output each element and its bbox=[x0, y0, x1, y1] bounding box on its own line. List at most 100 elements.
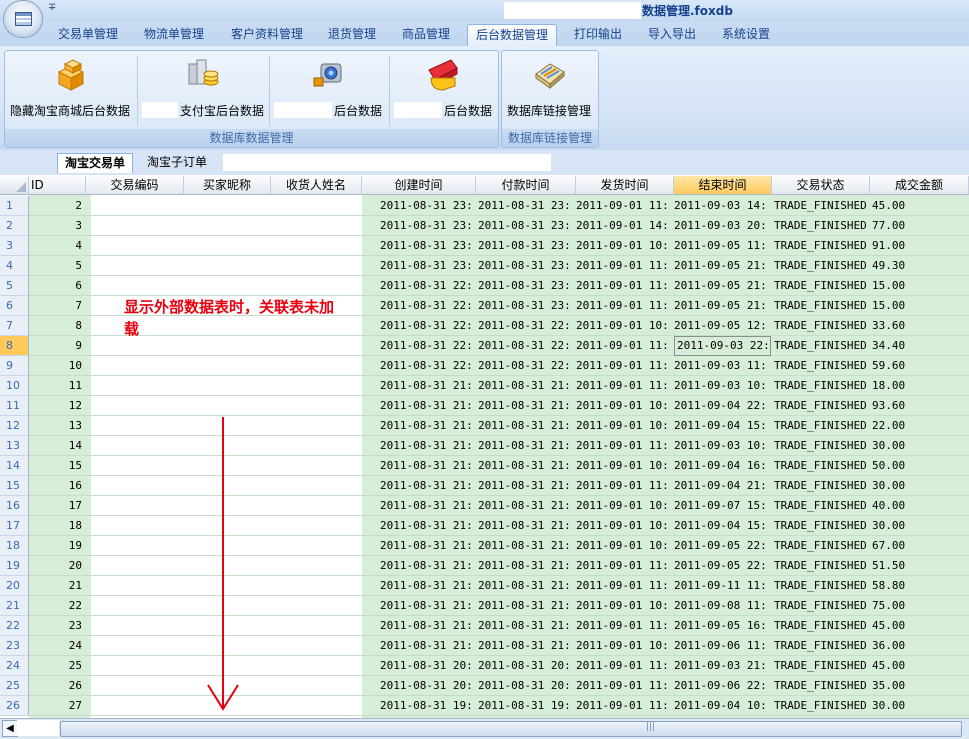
grid-cell-status[interactable]: TRADE_FINISHED bbox=[774, 456, 870, 476]
row-header[interactable]: 7 bbox=[0, 316, 29, 336]
row-header[interactable]: 24 bbox=[0, 656, 29, 676]
row-header[interactable]: 10 bbox=[0, 376, 29, 396]
grid-cell-shipped[interactable]: 2011-09-01 10: bbox=[576, 636, 672, 656]
grid-cell-shipped[interactable]: 2011-09-01 11: bbox=[576, 476, 672, 496]
grid-cell-id[interactable]: 7 bbox=[29, 296, 86, 316]
grid-cell-amount[interactable]: 30.00 bbox=[872, 476, 968, 496]
grid-cell-paid[interactable]: 2011-08-31 22: bbox=[478, 316, 574, 336]
grid-cell-id[interactable]: 6 bbox=[29, 276, 86, 296]
grid-cell-paid[interactable]: 2011-08-31 21: bbox=[478, 536, 574, 556]
grid-cell-amount[interactable]: 34.40 bbox=[872, 336, 968, 356]
grid-cell-status[interactable]: TRADE_FINISHED bbox=[774, 416, 870, 436]
grid-cell-amount[interactable]: 49.30 bbox=[872, 256, 968, 276]
grid-cell-amount[interactable]: 75.00 bbox=[872, 596, 968, 616]
grid-cell-id[interactable]: 17 bbox=[29, 496, 86, 516]
tab-print[interactable]: 打印输出 bbox=[566, 24, 630, 45]
grid-cell-amount[interactable]: 36.00 bbox=[872, 636, 968, 656]
grid-cell-paid[interactable]: 2011-08-31 19: bbox=[478, 696, 574, 716]
grid-cell-paid[interactable]: 2011-08-31 21: bbox=[478, 436, 574, 456]
grid-cell-paid[interactable]: 2011-08-31 21: bbox=[478, 456, 574, 476]
grid-cell-status[interactable]: TRADE_FINISHED bbox=[774, 396, 870, 416]
tab-products[interactable]: 商品管理 bbox=[394, 24, 458, 45]
grid-cell-shipped[interactable]: 2011-09-01 11: bbox=[576, 196, 672, 216]
grid-cell-amount[interactable]: 22.00 bbox=[872, 416, 968, 436]
grid-cell-created[interactable]: 2011-08-31 21: bbox=[380, 516, 476, 536]
grid-cell-amount[interactable]: 58.80 bbox=[872, 576, 968, 596]
quick-access-toolbar[interactable]: ∓ bbox=[48, 2, 56, 13]
grid-cell-id[interactable]: 25 bbox=[29, 656, 86, 676]
row-header[interactable]: 19 bbox=[0, 556, 29, 576]
column-header-paid[interactable]: 付款时间 bbox=[476, 176, 576, 195]
grid-cell-created[interactable]: 2011-08-31 21: bbox=[380, 396, 476, 416]
grid-cell-paid[interactable]: 2011-08-31 21: bbox=[478, 596, 574, 616]
row-header[interactable]: 16 bbox=[0, 496, 29, 516]
column-header-status[interactable]: 交易状态 bbox=[772, 176, 870, 195]
tab-logistics[interactable]: 物流单管理 bbox=[136, 24, 212, 45]
grid-cell-status[interactable]: TRADE_FINISHED bbox=[774, 356, 870, 376]
grid-cell-amount[interactable]: 93.60 bbox=[872, 396, 968, 416]
row-header[interactable]: 23 bbox=[0, 636, 29, 656]
grid-cell-paid[interactable]: 2011-08-31 23: bbox=[478, 216, 574, 236]
grid-cell-shipped[interactable]: 2011-09-01 11: bbox=[576, 616, 672, 636]
grid-cell-ended[interactable]: 2011-09-03 21: bbox=[674, 656, 770, 676]
grid-cell-paid[interactable]: 2011-08-31 23: bbox=[478, 196, 574, 216]
row-header[interactable]: 14 bbox=[0, 456, 29, 476]
tab-taobao-trades[interactable]: 淘宝交易单 bbox=[57, 153, 133, 173]
grid-cell-created[interactable]: 2011-08-31 23: bbox=[380, 196, 476, 216]
grid-cell-paid[interactable]: 2011-08-31 21: bbox=[478, 576, 574, 596]
grid-cell-id[interactable]: 2 bbox=[29, 196, 86, 216]
grid-cell-shipped[interactable]: 2011-09-01 11: bbox=[576, 256, 672, 276]
grid-cell-shipped[interactable]: 2011-09-01 11: bbox=[576, 336, 672, 356]
grid-cell-created[interactable]: 2011-08-31 20: bbox=[380, 656, 476, 676]
grid-cell-shipped[interactable]: 2011-09-01 10: bbox=[576, 596, 672, 616]
grid-cell-status[interactable]: TRADE_FINISHED bbox=[774, 476, 870, 496]
grid-cell-id[interactable]: 3 bbox=[29, 216, 86, 236]
grid-cell-id[interactable]: 14 bbox=[29, 436, 86, 456]
grid-cell-created[interactable]: 2011-08-31 22: bbox=[380, 336, 476, 356]
grid-cell-shipped[interactable]: 2011-09-01 11: bbox=[576, 376, 672, 396]
grid-cell-ended[interactable]: 2011-09-03 11: bbox=[674, 356, 770, 376]
grid-cell-created[interactable]: 2011-08-31 23: bbox=[380, 236, 476, 256]
grid-cell-shipped[interactable]: 2011-09-01 14: bbox=[576, 216, 672, 236]
tab-trade-orders[interactable]: 交易单管理 bbox=[50, 24, 126, 45]
row-header[interactable]: 21 bbox=[0, 596, 29, 616]
grid-cell-paid[interactable]: 2011-08-31 21: bbox=[478, 496, 574, 516]
grid-cell-id[interactable]: 5 bbox=[29, 256, 86, 276]
grid-cell-status[interactable]: TRADE_FINISHED bbox=[774, 696, 870, 716]
grid-cell-id[interactable]: 19 bbox=[29, 536, 86, 556]
row-header[interactable]: 6 bbox=[0, 296, 29, 316]
grid-cell-created[interactable]: 2011-08-31 21: bbox=[380, 436, 476, 456]
grid-cell-shipped[interactable]: 2011-09-01 11: bbox=[576, 676, 672, 696]
grid-cell-status[interactable]: TRADE_FINISHED bbox=[774, 256, 870, 276]
tab-returns[interactable]: 退货管理 bbox=[320, 24, 384, 45]
grid-cell-created[interactable]: 2011-08-31 22: bbox=[380, 296, 476, 316]
grid-cell-created[interactable]: 2011-08-31 21: bbox=[380, 556, 476, 576]
grid-cell-created[interactable]: 2011-08-31 23: bbox=[380, 216, 476, 236]
grid-cell-shipped[interactable]: 2011-09-01 10: bbox=[576, 516, 672, 536]
grid-cell-id[interactable]: 22 bbox=[29, 596, 86, 616]
row-header[interactable]: 9 bbox=[0, 356, 29, 376]
grid-cell-id[interactable]: 8 bbox=[29, 316, 86, 336]
backend-data-button-1[interactable]: 后台数据 bbox=[272, 54, 386, 120]
grid-cell-ended[interactable]: 2011-09-05 22: bbox=[674, 536, 770, 556]
grid-cell-created[interactable]: 2011-08-31 21: bbox=[380, 576, 476, 596]
backend-data-button-2[interactable]: 后台数据 bbox=[392, 54, 494, 120]
grid-cell-created[interactable]: 2011-08-31 21: bbox=[380, 616, 476, 636]
grid-cell-ended[interactable]: 2011-09-05 21: bbox=[674, 296, 770, 316]
grid-cell-amount[interactable]: 30.00 bbox=[872, 516, 968, 536]
grid-cell-id[interactable]: 24 bbox=[29, 636, 86, 656]
grid-cell-paid[interactable]: 2011-08-31 21: bbox=[478, 556, 574, 576]
grid-cell-shipped[interactable]: 2011-09-01 10: bbox=[576, 456, 672, 476]
tab-customers[interactable]: 客户资料管理 bbox=[222, 24, 312, 45]
grid-cell-shipped[interactable]: 2011-09-01 11: bbox=[576, 556, 672, 576]
grid-cell-paid[interactable]: 2011-08-31 23: bbox=[478, 296, 574, 316]
grid-cell-status[interactable]: TRADE_FINISHED bbox=[774, 376, 870, 396]
grid-cell-amount[interactable]: 50.00 bbox=[872, 456, 968, 476]
grid-cell-created[interactable]: 2011-08-31 20: bbox=[380, 676, 476, 696]
grid-cell-status[interactable]: TRADE_FINISHED bbox=[774, 496, 870, 516]
grid-cell-ended[interactable]: 2011-09-04 22: bbox=[674, 396, 770, 416]
scroll-left-button[interactable]: ◀ bbox=[2, 720, 18, 737]
grid-cell-amount[interactable]: 40.00 bbox=[872, 496, 968, 516]
row-header[interactable]: 13 bbox=[0, 436, 29, 456]
grid-cell-ended[interactable]: 2011-09-08 11: bbox=[674, 596, 770, 616]
